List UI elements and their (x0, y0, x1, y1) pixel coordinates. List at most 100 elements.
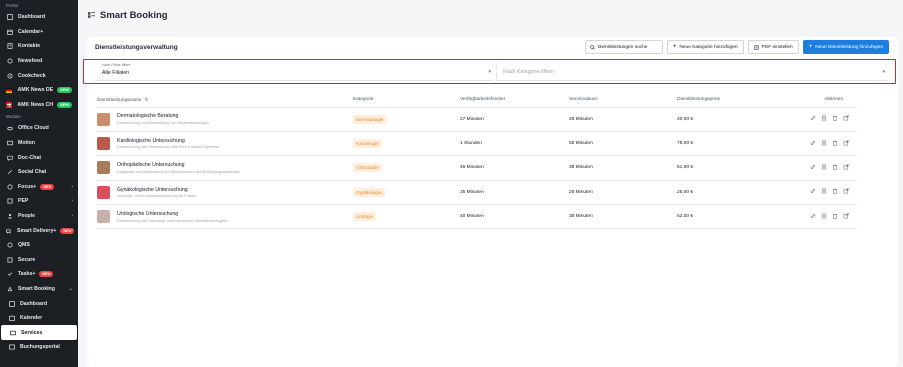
copy-icon[interactable] (821, 188, 827, 196)
sidebar-item-focus[interactable]: Focus+ NEU › (0, 180, 78, 195)
sidebar-item-qms[interactable]: QMS (0, 238, 78, 253)
service-name: Orthopädische Untersuchung (117, 162, 185, 169)
category-badge: Dermatologie (353, 114, 387, 124)
dashboard-icon (8, 300, 15, 307)
service-name: Urologische Untersuchung (117, 211, 179, 217)
copy-icon[interactable] (821, 115, 827, 123)
duration-cell: 38 Minuten (569, 155, 677, 181)
sidebar-item-office-cloud[interactable]: Office Cloud (0, 121, 78, 136)
table-row: Dermatologische Beratung Untersuchung un… (97, 107, 857, 132)
sidebar-item-secure[interactable]: Secure (0, 253, 78, 268)
copy-icon[interactable] (821, 164, 827, 172)
sidebar-item-label: Focus+ (18, 183, 37, 190)
delete-icon[interactable] (832, 115, 838, 123)
sidebar-item-label: Secure (18, 256, 36, 263)
sidebar-item-label: QMS (18, 242, 30, 249)
chevron-right-icon: › (71, 183, 73, 190)
service-thumbnail (97, 185, 110, 199)
sidebar-item-smart-booking[interactable]: Smart Booking ⌄ (0, 282, 78, 297)
services-icon (9, 329, 16, 336)
sidebar-item-label: Dashboard (18, 14, 46, 21)
sidebar-item-tasks[interactable]: Tasks+ NEU (0, 267, 78, 282)
filter-bar: Nach Filiale filtern Alle Filialen ▾ Nac… (83, 59, 896, 84)
edit-icon[interactable] (810, 164, 816, 172)
flag-de-icon (6, 87, 13, 94)
sidebar-subitem-buchungsportal[interactable]: Buchungsportal (0, 340, 78, 355)
branch-filter-value: Alle Filialen (102, 70, 130, 76)
sidebar-item-pep[interactable]: PEP › (0, 194, 78, 209)
delete-icon[interactable] (832, 213, 838, 221)
sidebar-item-motion[interactable]: Motion (0, 136, 78, 151)
sidebar-item-doc-chat[interactable]: Doc-Chat (0, 150, 78, 165)
search-icon (590, 44, 595, 50)
sidebar-item-smart-delivery[interactable]: Smart Delivery+ NEU › (0, 223, 78, 238)
delete-icon[interactable] (832, 140, 838, 148)
open-icon[interactable] (843, 188, 849, 196)
dashboard-icon (6, 14, 13, 21)
category-filter-select[interactable]: Nach Kategorie filtern ▾ (496, 63, 888, 81)
calendar-icon (6, 28, 13, 35)
sidebar-section-portal: Portal (6, 3, 18, 8)
service-thumbnail (97, 112, 110, 126)
add-category-button[interactable]: + Neue Kategorie hinzufügen (666, 40, 744, 54)
edit-icon[interactable] (810, 213, 816, 221)
sidebar-item-amk-news-ch[interactable]: AMK News CH NEW (0, 98, 78, 113)
sidebar-item-label: AMK News CH (17, 101, 54, 108)
actions-cell (777, 204, 857, 230)
plus-icon: + (672, 44, 677, 50)
sidebar-item-cookcheck[interactable]: Cookcheck (0, 68, 78, 83)
copy-icon[interactable] (821, 213, 827, 221)
open-icon[interactable] (843, 164, 849, 172)
service-thumbnail (97, 210, 110, 224)
availability-cell: 25 Minuten (460, 180, 569, 206)
sidebar-subitem-kalender[interactable]: Kalender (0, 311, 78, 326)
sidebar-item-label: Tasks+ (18, 271, 36, 278)
duration-cell: 25 Minuten (569, 180, 677, 206)
sidebar-item-label: Doc-Chat (18, 154, 42, 161)
document-icon (753, 44, 759, 50)
sidebar-item-label: Motion (18, 140, 35, 147)
pdf-button[interactable]: PDF einstellen (747, 40, 799, 54)
sidebar-item-dashboard[interactable]: Dashboard (0, 10, 78, 25)
service-name: Kardiologische Untersuchung (117, 137, 185, 144)
menu-icon[interactable] (88, 12, 95, 18)
sidebar-item-contacts[interactable]: Kontakte (0, 39, 78, 54)
service-cell: Orthopädische Untersuchung Diagnostik un… (97, 155, 353, 181)
open-icon[interactable] (843, 139, 849, 148)
delete-icon[interactable] (832, 188, 838, 196)
column-header-name[interactable]: Dienstleistungsname ⇅ (97, 93, 353, 108)
edit-icon[interactable] (810, 188, 816, 196)
chat-icon (6, 154, 13, 161)
sidebar-subitem-services[interactable]: Services (1, 325, 77, 341)
table-row: Orthopädische Untersuchung Diagnostik un… (97, 155, 857, 181)
pep-icon (6, 198, 13, 205)
sidebar-subitem-dashboard[interactable]: Dashboard (0, 296, 78, 311)
card-title: Dienstleistungsverwaltung (95, 44, 178, 51)
availability-cell: 45 Minuten (460, 155, 569, 181)
sidebar-item-label: Office Cloud (18, 125, 49, 132)
cloud-icon (6, 125, 13, 132)
search-input[interactable]: Dienstleistungen suche (584, 40, 663, 54)
sidebar-item-people[interactable]: People › (0, 209, 78, 224)
sidebar-item-social-chat[interactable]: Social Chat (0, 165, 78, 180)
service-thumbnail (97, 137, 110, 151)
service-cell: Gynäkologische Untersuchung Vorsorge- un… (97, 180, 353, 206)
category-badge: Urologie (353, 212, 377, 222)
price-cell: 25,00 € (677, 180, 777, 206)
branch-filter-select[interactable]: Nach Filiale filtern Alle Filialen ▾ (94, 63, 494, 81)
sidebar-item-calendar[interactable]: Calendar+ (0, 25, 78, 40)
actions-cell (777, 180, 857, 206)
sort-icon[interactable]: ⇅ (145, 97, 149, 102)
sidebar-item-newsfeed[interactable]: Newsfeed (0, 54, 78, 69)
actions-cell (777, 131, 857, 157)
edit-icon[interactable] (810, 115, 816, 123)
secure-icon (6, 256, 13, 263)
category-cell: Gynäkologie (353, 180, 460, 206)
delete-icon[interactable] (832, 164, 838, 172)
open-icon[interactable] (843, 213, 849, 221)
edit-icon[interactable] (810, 140, 816, 148)
open-icon[interactable] (843, 115, 849, 123)
sidebar-item-amk-news-de[interactable]: AMK News DE NEW (0, 83, 78, 98)
add-service-button[interactable]: + Neue Dienstleistung hinzufügen (802, 40, 889, 54)
copy-icon[interactable] (821, 140, 827, 148)
